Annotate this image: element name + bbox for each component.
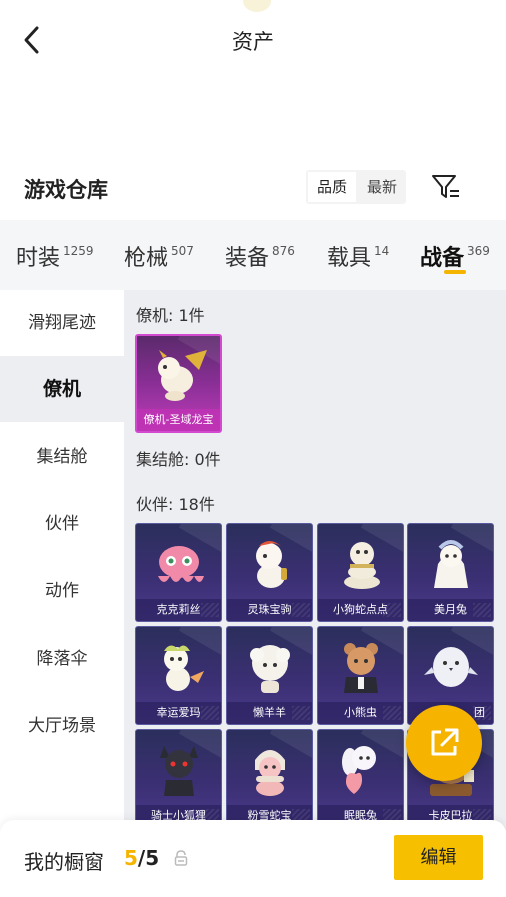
item-card[interactable]: 僚机-圣域龙宝: [135, 334, 222, 433]
bear-icon: [344, 643, 378, 693]
octopus-icon: [158, 546, 204, 582]
tab-count: 876: [272, 244, 295, 258]
group-title-pod: 集结舱: 0件: [136, 450, 221, 469]
sidebar: 滑翔尾迹 僚机 集结舱 伙伴 动作 降落伞 大厅场景: [0, 290, 124, 830]
item-name: 灵珠宝驹: [227, 599, 312, 621]
dragon-icon: [158, 350, 207, 401]
item-card[interactable]: 克克莉丝: [135, 523, 222, 622]
horse-icon: [256, 541, 287, 588]
category-tabs: 时装 1259 枪械 507 装备 876 载具 14 战备 369: [0, 220, 506, 290]
item-name: 美月兔: [408, 599, 493, 621]
sidebar-item-glide-trail[interactable]: 滑翔尾迹: [0, 290, 124, 356]
sort-toggle: 品质 最新: [306, 170, 406, 204]
sidebar-item-parachute[interactable]: 降落伞: [0, 626, 124, 692]
section-title: 游戏仓库: [24, 178, 108, 202]
showcase-count: 5/5: [124, 846, 159, 870]
item-card[interactable]: 灵珠宝驹: [226, 523, 313, 622]
tab-battle-prep[interactable]: 战备 369: [420, 240, 490, 272]
showcase-current: 5: [124, 846, 138, 870]
item-name: 懒羊羊: [227, 702, 312, 724]
fox-icon: [160, 746, 198, 796]
share-float-button[interactable]: [406, 705, 482, 781]
showcase-bar: 我的橱窗 5/5 编辑: [0, 820, 506, 897]
sort-quality[interactable]: 品质: [308, 172, 356, 202]
item-name: 小狗蛇点点: [318, 599, 403, 621]
showcase-label: 我的橱窗: [24, 850, 104, 874]
sidebar-item-pod[interactable]: 集结舱: [0, 424, 124, 490]
sidebar-item-wingman[interactable]: 僚机: [0, 356, 124, 422]
page-title: 资产: [232, 30, 274, 54]
tab-label: 战备: [420, 246, 465, 271]
filter-button[interactable]: [430, 172, 462, 202]
tab-count: 507: [171, 244, 194, 258]
item-card[interactable]: 骑士小狐狸: [135, 729, 222, 828]
tab-vehicles[interactable]: 载具 14: [327, 240, 389, 272]
item-name: 克克莉丝: [136, 599, 221, 621]
sidebar-item-partner[interactable]: 伙伴: [0, 491, 124, 557]
edit-button[interactable]: 编辑: [394, 835, 483, 880]
bunny-icon: [342, 746, 376, 794]
item-card[interactable]: 美月兔: [407, 523, 494, 622]
tab-fashion[interactable]: 时装 1259: [16, 240, 94, 272]
item-name: 幸运爱玛: [136, 702, 221, 724]
tab-label: 时装: [16, 246, 61, 271]
item-name: 小熊虫: [318, 702, 403, 724]
sort-newest[interactable]: 最新: [358, 170, 406, 204]
snake-icon: [344, 542, 380, 589]
tab-label: 枪械: [124, 246, 169, 271]
tab-label: 载具: [327, 246, 372, 271]
tab-label: 装备: [225, 246, 270, 271]
sidebar-item-emote[interactable]: 动作: [0, 558, 124, 624]
sheep-icon: [164, 645, 204, 691]
top-decoration: [243, 0, 271, 12]
active-tab-indicator: [444, 270, 466, 274]
external-link-icon: [431, 728, 459, 756]
item-card[interactable]: 小狗蛇点点: [317, 523, 404, 622]
item-name: 僚机-圣域龙宝: [137, 409, 220, 431]
item-card[interactable]: 小熊虫: [317, 626, 404, 725]
item-card[interactable]: 粉雪蛇宝: [226, 729, 313, 828]
group-title-wingman: 僚机: 1件: [136, 306, 205, 325]
section-header: 游戏仓库 品质 最新: [0, 160, 506, 216]
tab-count: 369: [467, 244, 490, 258]
tab-guns[interactable]: 枪械 507: [124, 240, 194, 272]
header: 资产: [0, 0, 506, 80]
item-card[interactable]: 幸运爱玛: [135, 626, 222, 725]
item-card[interactable]: 眠眠兔: [317, 729, 404, 828]
tab-equipment[interactable]: 装备 876: [225, 240, 295, 272]
tab-count: 1259: [63, 244, 94, 258]
showcase-total: /5: [137, 846, 160, 870]
lamb-icon: [250, 645, 290, 693]
item-card[interactable]: 懒羊羊: [226, 626, 313, 725]
tab-count: 14: [374, 244, 390, 258]
filter-icon: [432, 175, 459, 198]
lock-icon: [174, 850, 188, 866]
sidebar-item-lobby-scene[interactable]: 大厅场景: [0, 693, 124, 759]
bird-icon: [424, 647, 478, 687]
group-title-partner: 伙伴: 18件: [136, 495, 215, 514]
pink-snake-icon: [255, 750, 285, 796]
rabbit-doll-icon: [434, 540, 468, 588]
